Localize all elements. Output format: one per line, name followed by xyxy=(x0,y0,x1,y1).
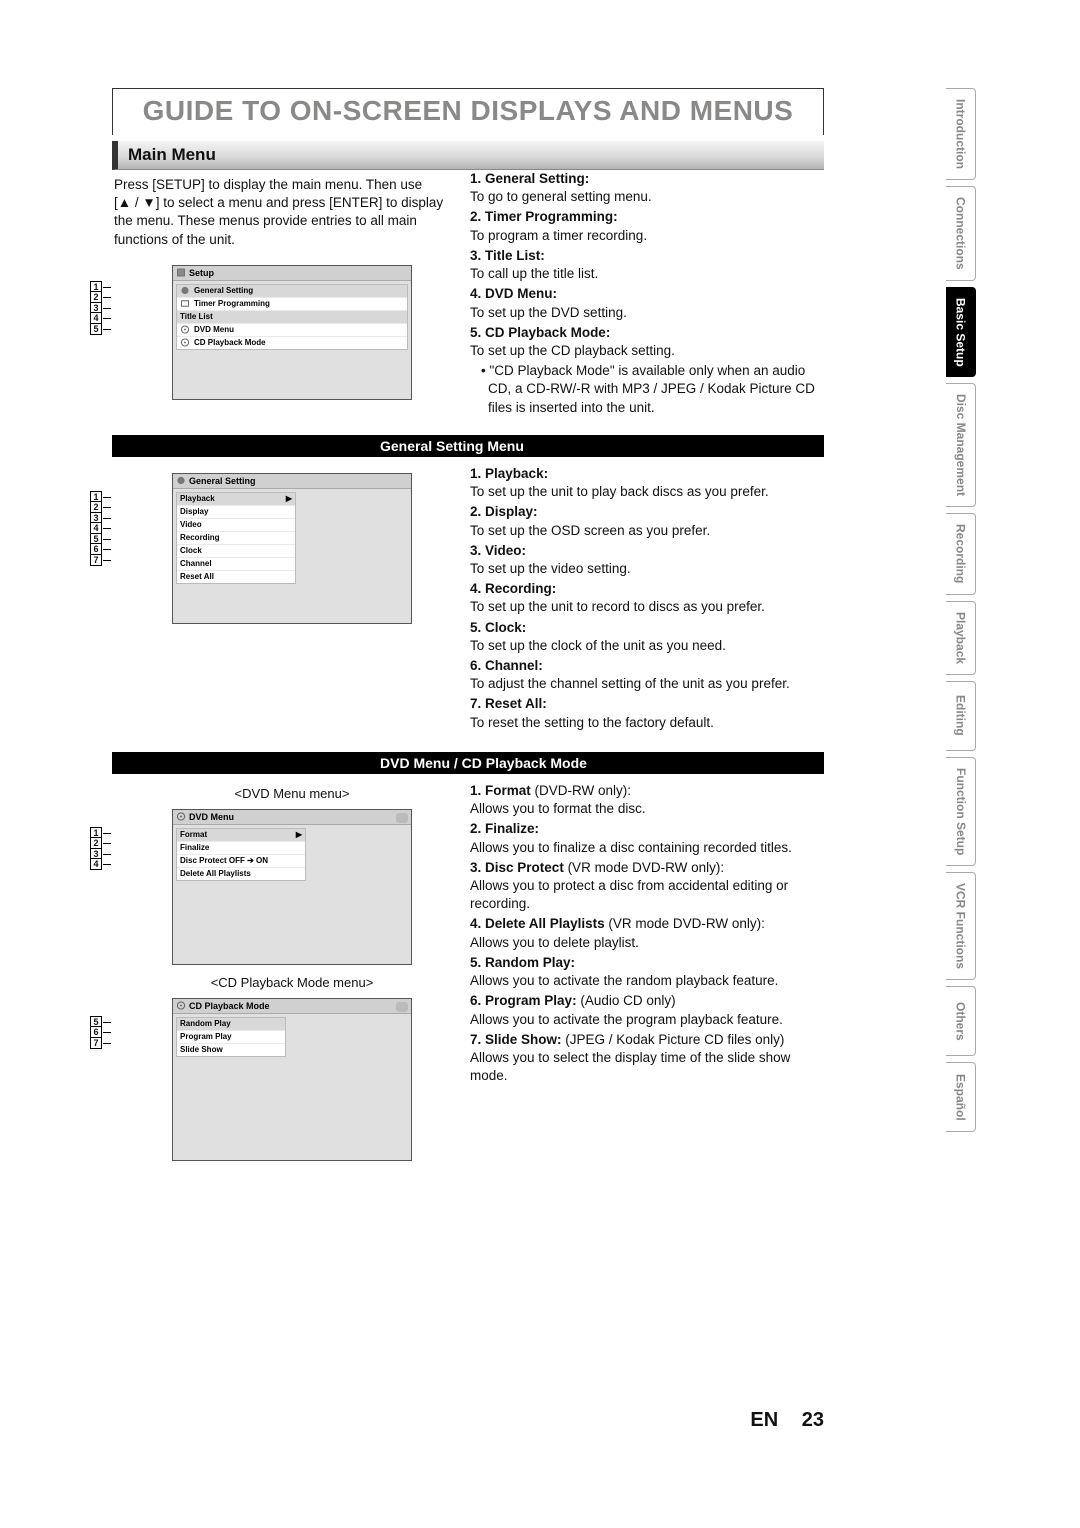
osd-item: Title List xyxy=(177,311,407,324)
intro-line1: Press [SETUP] to display the main menu. … xyxy=(114,177,422,192)
tab-vcr-functions[interactable]: VCR Functions xyxy=(946,872,976,980)
cd-caption: <CD Playback Mode menu> xyxy=(172,975,412,990)
dvd-caption: <DVD Menu menu> xyxy=(172,786,412,801)
footer-lang: EN xyxy=(750,1409,778,1431)
tab-connections[interactable]: Connections xyxy=(946,186,976,281)
osd-dvd-menu: DVD Menu Format▶ Finalize Disc Protect O… xyxy=(172,809,412,965)
osd-item: Recording xyxy=(177,532,295,545)
gear-icon xyxy=(176,476,186,485)
osd-item: DVD Menu xyxy=(177,324,407,337)
dvd-callouts: 1 2 3 4 xyxy=(90,827,102,869)
osd-item: Disc Protect OFF ➔ ON xyxy=(177,855,305,868)
dvd-osd-wrap: 1 2 3 4 DVD Menu Format▶ Finalize Disc P… xyxy=(112,809,412,965)
intro-text: Press [SETUP] to display the main menu. … xyxy=(112,170,462,257)
section-main-menu: Main Menu xyxy=(112,141,824,170)
osd-title: CD Playback Mode xyxy=(189,1001,270,1011)
osd-item: Reset All xyxy=(177,571,295,583)
tab-disc-management[interactable]: Disc Management xyxy=(946,383,976,507)
osd-title: General Setting xyxy=(189,476,256,486)
cd-osd-wrap: 5 6 7 CD Playback Mode Random Play Progr… xyxy=(112,998,412,1161)
osd-item: Finalize xyxy=(177,842,305,855)
main-menu-descriptions: 1. General Setting:To go to general sett… xyxy=(470,170,824,417)
gs-callouts: 1 2 3 4 5 6 7 xyxy=(90,491,102,565)
callout-5: 5 xyxy=(90,323,102,335)
footer-page-number: 23 xyxy=(802,1409,824,1431)
dvd-cd-descriptions: 1. Format (DVD-RW only):Allows you to fo… xyxy=(470,782,824,1161)
return-icon xyxy=(396,813,408,823)
osd-item: Format▶ xyxy=(177,829,305,842)
osd-item: Timer Programming xyxy=(177,298,407,311)
callout-7: 7 xyxy=(90,554,102,566)
intro-line2: [▲ / ▼] to select a menu and press [ENTE… xyxy=(114,195,443,246)
disc-icon xyxy=(176,812,186,821)
tab-editing[interactable]: Editing xyxy=(946,681,976,751)
chevron-right-icon: ▶ xyxy=(286,494,292,503)
main-menu-callouts: 1 2 3 4 5 xyxy=(90,281,102,334)
tab-espanol[interactable]: Español xyxy=(946,1062,976,1132)
osd-item: General Setting xyxy=(177,285,407,298)
osd-item: Slide Show xyxy=(177,1044,285,1056)
tab-introduction[interactable]: Introduction xyxy=(946,88,976,180)
gs-descriptions: 1. Playback:To set up the unit to play b… xyxy=(470,465,824,734)
osd-item: Random Play xyxy=(177,1018,285,1031)
bar-dvd-cd: DVD Menu / CD Playback Mode xyxy=(112,752,824,774)
osd-setup: Setup General Setting Timer Programming … xyxy=(172,265,412,400)
callout-4: 4 xyxy=(90,858,102,870)
chevron-right-icon: ▶ xyxy=(296,830,302,839)
tab-others[interactable]: Others xyxy=(946,986,976,1056)
osd-item: Delete All Playlists xyxy=(177,868,305,880)
osd-item: Program Play xyxy=(177,1031,285,1044)
disc-icon xyxy=(180,325,190,334)
cd-callouts: 5 6 7 xyxy=(90,1016,102,1048)
side-tabs: Introduction Connections Basic Setup Dis… xyxy=(946,88,976,1132)
cd-note: • "CD Playback Mode" is available only w… xyxy=(470,362,824,417)
main-menu-osd-wrap: 1 2 3 4 5 Setup General Setting Timer Pr… xyxy=(112,265,412,400)
osd-item: Clock xyxy=(177,545,295,558)
tab-playback[interactable]: Playback xyxy=(946,601,976,675)
gear-icon xyxy=(180,286,190,295)
osd-item: CD Playback Mode xyxy=(177,337,407,349)
osd-title: DVD Menu xyxy=(189,812,234,822)
callout-7: 7 xyxy=(90,1037,102,1049)
return-icon xyxy=(396,1002,408,1012)
page-footer: EN 23 xyxy=(112,1409,824,1432)
tab-recording[interactable]: Recording xyxy=(946,513,976,594)
tab-function-setup[interactable]: Function Setup xyxy=(946,757,976,866)
clock-icon xyxy=(180,299,190,308)
osd-general-setting: General Setting Playback▶ Display Video … xyxy=(172,473,412,624)
page-content: GUIDE TO ON-SCREEN DISPLAYS AND MENUS Ma… xyxy=(112,88,824,1161)
osd-item: Playback▶ xyxy=(177,493,295,506)
bar-general-setting: General Setting Menu xyxy=(112,435,824,457)
page-title: GUIDE TO ON-SCREEN DISPLAYS AND MENUS xyxy=(112,88,824,135)
disc-icon xyxy=(176,1001,186,1010)
tab-basic-setup[interactable]: Basic Setup xyxy=(946,287,976,378)
osd-title: Setup xyxy=(189,268,214,278)
osd-item: Channel xyxy=(177,558,295,571)
osd-item: Video xyxy=(177,519,295,532)
gs-osd-wrap: 1 2 3 4 5 6 7 General Setting Playback▶ xyxy=(112,473,412,624)
disc-icon xyxy=(180,338,190,347)
osd-cd-playback: CD Playback Mode Random Play Program Pla… xyxy=(172,998,412,1161)
setup-icon xyxy=(176,268,186,277)
osd-item: Display xyxy=(177,506,295,519)
